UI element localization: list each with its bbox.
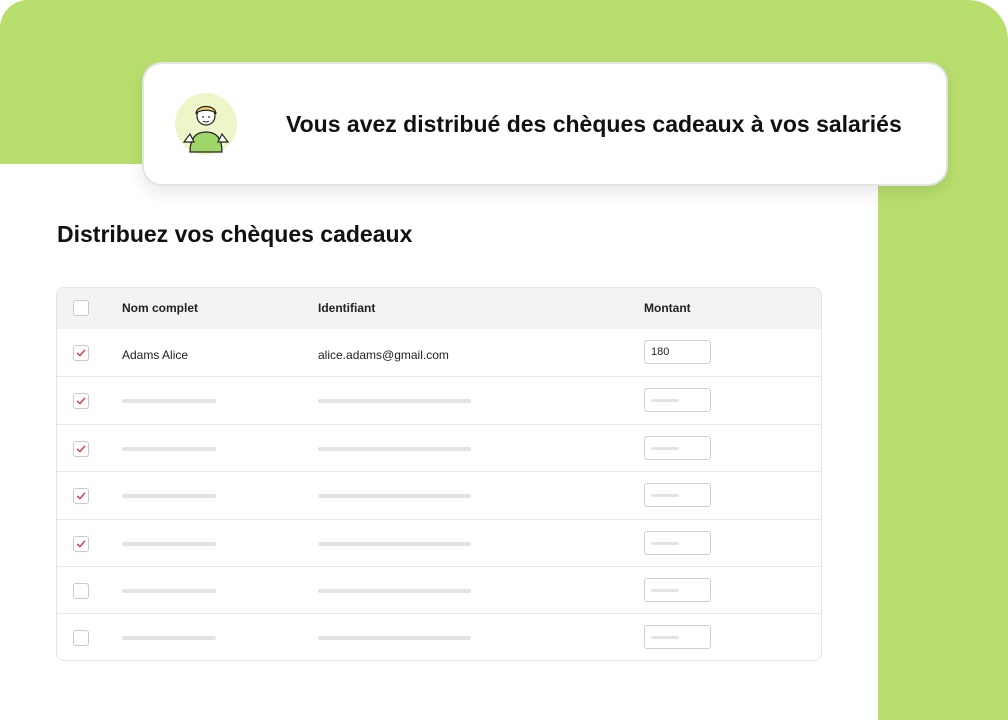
amount-placeholder [651, 446, 679, 450]
table-row[interactable] [57, 471, 821, 518]
select-all-checkbox[interactable] [73, 300, 89, 316]
name-placeholder [122, 636, 216, 641]
amount-placeholder [651, 494, 679, 498]
identifier-placeholder [318, 399, 471, 404]
table-row[interactable] [57, 376, 821, 423]
table-row[interactable] [57, 613, 821, 660]
checkmark-icon [76, 492, 86, 500]
cell-identifier: alice.adams@gmail.com [318, 348, 449, 362]
row-checkbox-checked[interactable] [73, 488, 89, 505]
identifier-placeholder [318, 494, 471, 499]
amount-placeholder [651, 588, 679, 592]
row-checkbox-checked[interactable] [73, 393, 89, 410]
table-row[interactable] [57, 565, 821, 613]
page-title: Distribuez vos chèques cadeaux [57, 221, 413, 247]
table-row[interactable]: Adams Alice alice.adams@gmail.com 180 [57, 329, 821, 376]
checkmark-icon [76, 397, 86, 405]
column-header-identifier: Identifiant [318, 301, 376, 315]
name-placeholder [122, 494, 216, 499]
column-header-name: Nom complet [122, 301, 199, 315]
amount-value: 180 [651, 346, 670, 358]
notification-banner: Vous avez distribué des chèques cadeaux … [142, 62, 948, 186]
identifier-placeholder [318, 541, 471, 546]
row-checkbox-checked[interactable] [73, 345, 89, 361]
row-checkbox-checked[interactable] [73, 535, 89, 552]
column-header-amount: Montant [644, 301, 691, 315]
amount-input[interactable] [644, 435, 711, 460]
amount-input[interactable] [644, 530, 711, 555]
employees-table: Nom complet Identifiant Montant Adams Al… [56, 287, 822, 661]
amount-placeholder [651, 636, 679, 640]
table-header: Nom complet Identifiant Montant [57, 288, 821, 329]
person-holding-gift-icon [175, 93, 237, 155]
row-checkbox[interactable] [73, 582, 89, 599]
notification-message: Vous avez distribué des chèques cadeaux … [286, 110, 902, 137]
amount-input[interactable] [644, 483, 711, 508]
checkmark-icon [76, 540, 86, 547]
identifier-placeholder [318, 636, 471, 641]
amount-input[interactable]: 180 [644, 340, 711, 364]
name-placeholder [122, 588, 216, 593]
identifier-placeholder [318, 588, 471, 593]
table-row[interactable] [57, 518, 821, 566]
amount-placeholder [651, 399, 679, 403]
checkmark-icon [76, 445, 86, 453]
row-checkbox[interactable] [73, 630, 89, 647]
identifier-placeholder [318, 446, 471, 451]
table-body: Adams Alice alice.adams@gmail.com 180 [57, 329, 821, 660]
amount-input[interactable] [644, 577, 711, 602]
amount-input[interactable] [644, 625, 711, 650]
amount-placeholder [651, 541, 679, 545]
row-checkbox-checked[interactable] [73, 440, 89, 457]
table-row[interactable] [57, 423, 821, 471]
name-placeholder [122, 446, 216, 451]
cell-name: Adams Alice [122, 348, 189, 362]
name-placeholder [122, 541, 216, 546]
name-placeholder [122, 399, 216, 404]
checkmark-icon [76, 349, 86, 357]
amount-input[interactable] [644, 388, 711, 413]
